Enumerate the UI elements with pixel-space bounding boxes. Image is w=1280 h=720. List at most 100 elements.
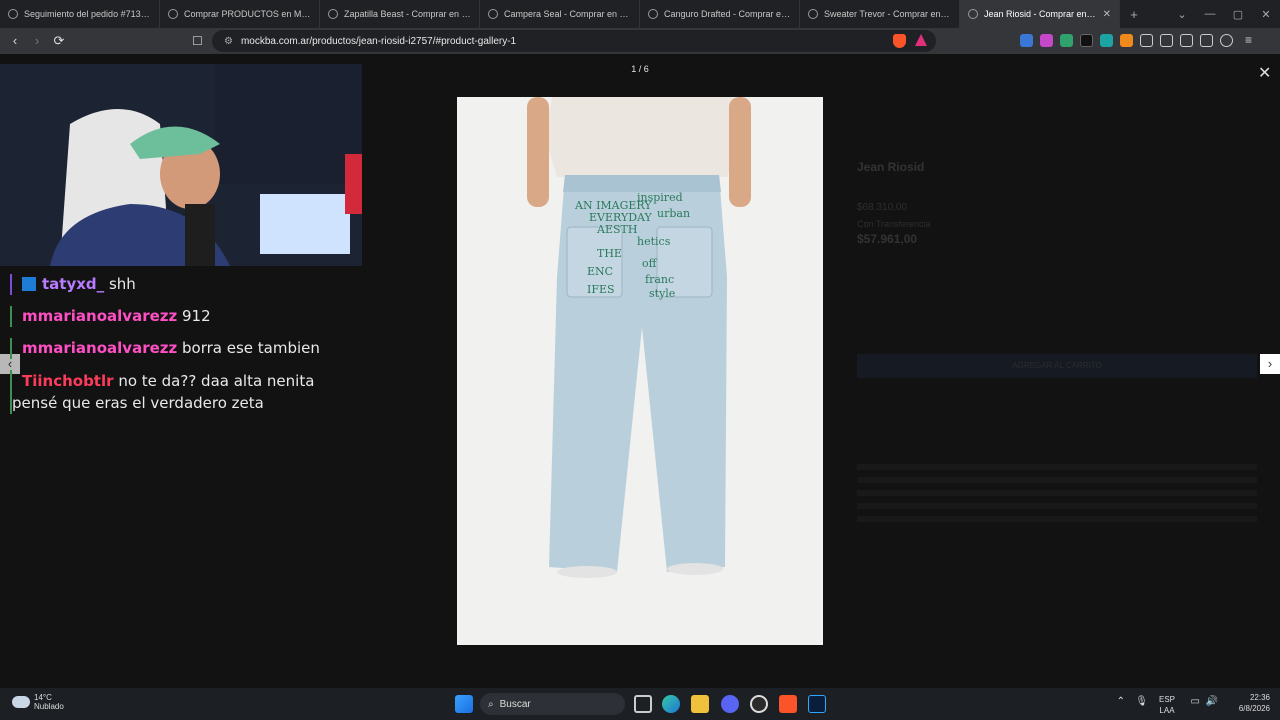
- transfer-label: Con Transferencia: [857, 219, 931, 229]
- system-tray: ESP LAA ⌃ 🎙 ▭ 🔊 22:36 6/8/2026: [1117, 692, 1270, 715]
- svg-text:ENC: ENC: [587, 265, 613, 278]
- chat-message: Tiinchobtlr no te da?? daa alta nenita p…: [10, 370, 314, 414]
- gallery-close-button[interactable]: ✕: [1258, 66, 1271, 82]
- browser-tab[interactable]: Sweater Trevor - Comprar en Mock: [800, 0, 960, 28]
- tab-favicon-icon: [328, 9, 338, 19]
- tab-title: Zapatilla Beast - Comprar en Mock: [344, 9, 471, 19]
- leo-ai-icon[interactable]: [1200, 34, 1213, 47]
- product-description-block: [857, 464, 1257, 524]
- clock-date: 6/8/2026: [1238, 704, 1270, 713]
- chat-message: tatyxd_ shh: [10, 274, 136, 295]
- product-page: Jean Riosid $68.310,00 Con Transferencia…: [0, 54, 1280, 688]
- tab-close-icon[interactable]: ✕: [1103, 9, 1111, 20]
- gallery-next-button[interactable]: ›: [1260, 354, 1280, 374]
- extension-purple-icon[interactable]: [1040, 34, 1053, 47]
- weather-temp: 14°C: [34, 693, 52, 702]
- chat-text: pensé que eras el verdadero zeta: [12, 394, 264, 412]
- tab-title: Sweater Trevor - Comprar en Mock: [824, 9, 951, 19]
- minimize-button[interactable]: —: [1196, 8, 1224, 20]
- svg-text:hetics: hetics: [637, 235, 671, 248]
- browser-tab[interactable]: Seguimiento del pedido #713 - Mo: [0, 0, 160, 28]
- clock[interactable]: 22:36 6/8/2026: [1226, 692, 1270, 714]
- address-bar[interactable]: ⚙ mockba.com.ar/productos/jean-riosid-i2…: [212, 30, 936, 52]
- svg-text:THE: THE: [597, 247, 622, 260]
- chat-message: mmarianoalvarezz borra ese tambien: [10, 338, 320, 359]
- product-title: Jean Riosid: [857, 160, 925, 174]
- weather-desc: Nublado: [34, 702, 64, 711]
- menu-icon[interactable]: ≡: [1242, 34, 1255, 47]
- extension-translate-icon[interactable]: [1020, 34, 1033, 47]
- clock-time: 22:36: [1249, 693, 1270, 702]
- tab-title: Comprar PRODUCTOS en Mockba: [184, 9, 311, 19]
- chat-text: borra ese tambien: [182, 339, 320, 357]
- tray-chevron-icon[interactable]: ⌃: [1117, 696, 1125, 707]
- add-to-cart-button[interactable]: AGREGAR AL CARRITO: [857, 354, 1257, 378]
- forward-button[interactable]: ›: [26, 30, 48, 52]
- svg-text:urban: urban: [657, 207, 690, 220]
- extension-green-icon[interactable]: [1060, 34, 1073, 47]
- bookmark-icon[interactable]: ☐: [192, 30, 203, 52]
- language-indicator[interactable]: ESP LAA: [1159, 694, 1175, 716]
- tab-favicon-icon: [648, 9, 658, 19]
- brave-rewards-icon[interactable]: [915, 34, 927, 46]
- obs-icon[interactable]: [750, 695, 768, 713]
- tab-search-button[interactable]: ⌄: [1168, 8, 1196, 21]
- photoshop-icon[interactable]: [808, 695, 826, 713]
- svg-text:IFES: IFES: [587, 283, 615, 296]
- browser-tab[interactable]: Zapatilla Beast - Comprar en Mock: [320, 0, 480, 28]
- chat-text: no te da?? daa alta nenita: [118, 372, 315, 390]
- extension-teal-icon[interactable]: [1100, 34, 1113, 47]
- edge-icon[interactable]: [662, 695, 680, 713]
- browser-tab[interactable]: Jean Riosid - Comprar en Mock ✕: [960, 0, 1120, 28]
- taskbar-search[interactable]: ⌕ Buscar: [480, 693, 625, 715]
- weather-widget[interactable]: 14°C Nublado: [12, 693, 64, 711]
- svg-text:off: off: [642, 257, 658, 270]
- tab-favicon-icon: [168, 9, 178, 19]
- extensions-puzzle-icon[interactable]: [1140, 34, 1153, 47]
- search-icon: ⌕: [488, 698, 494, 710]
- windows-taskbar: 14°C Nublado ⌕ Buscar ESP LAA ⌃ 🎙 ▭ 🔊 22…: [0, 688, 1280, 720]
- brave-shield-icon[interactable]: [893, 34, 906, 48]
- discord-icon[interactable]: [721, 695, 739, 713]
- add-to-cart-label: AGREGAR AL CARRITO: [1012, 361, 1102, 370]
- tab-favicon-icon: [8, 9, 18, 19]
- extension-tiktok-icon[interactable]: [1080, 34, 1093, 47]
- url-text: mockba.com.ar/productos/jean-riosid-i275…: [240, 35, 517, 47]
- chat-username: mmarianoalvarezz: [22, 307, 178, 325]
- lang-bottom: LAA: [1159, 706, 1175, 715]
- svg-text:inspired: inspired: [637, 191, 683, 204]
- windows-start-icon[interactable]: [455, 695, 473, 713]
- sidebar-icon[interactable]: [1160, 34, 1173, 47]
- stream-chat: tatyxd_ shh mmarianoalvarezz 912 mmarian…: [0, 266, 362, 436]
- close-window-button[interactable]: ✕: [1252, 8, 1280, 21]
- browser-tab[interactable]: Comprar PRODUCTOS en Mockba: [160, 0, 320, 28]
- browser-tab[interactable]: Canguro Drafted - Comprar en Mo: [640, 0, 800, 28]
- back-button[interactable]: ‹: [4, 30, 26, 52]
- browser-toolbar: ‹ › ⟳ ☐ ⚙ mockba.com.ar/productos/jean-r…: [0, 28, 1280, 54]
- maximize-button[interactable]: ▢: [1224, 8, 1252, 21]
- wallet-icon[interactable]: [1180, 34, 1193, 47]
- gallery-counter: 1 / 6: [631, 64, 649, 74]
- tab-title: Campera Seal - Comprar en Mockb: [504, 9, 631, 19]
- volume-icon[interactable]: 🔊: [1206, 696, 1218, 707]
- tab-title: Seguimiento del pedido #713 - Mo: [24, 9, 151, 19]
- file-explorer-icon[interactable]: [691, 695, 709, 713]
- mic-icon[interactable]: 🎙: [1135, 696, 1148, 707]
- new-tab-button[interactable]: +: [1124, 7, 1144, 22]
- tab-title: Canguro Drafted - Comprar en Mo: [664, 9, 791, 19]
- taskbar-search-label: Buscar: [499, 698, 531, 710]
- browser-tab-bar: Seguimiento del pedido #713 - Mo Comprar …: [0, 0, 1280, 28]
- extension-orange-icon[interactable]: [1120, 34, 1133, 47]
- brave-icon[interactable]: [779, 695, 797, 713]
- webcam-illustration: [0, 64, 362, 266]
- reload-button[interactable]: ⟳: [48, 30, 70, 52]
- browser-tab[interactable]: Campera Seal - Comprar en Mockb: [480, 0, 640, 28]
- task-view-icon[interactable]: [634, 695, 652, 713]
- cloud-icon: [12, 696, 30, 708]
- chat-username: Tiinchobtlr: [22, 372, 114, 390]
- chat-username: mmarianoalvarezz: [22, 339, 178, 357]
- tab-favicon-icon: [968, 9, 978, 19]
- vpn-icon[interactable]: [1220, 34, 1233, 47]
- site-info-icon[interactable]: ⚙: [224, 36, 233, 47]
- network-icon[interactable]: ▭: [1191, 696, 1200, 707]
